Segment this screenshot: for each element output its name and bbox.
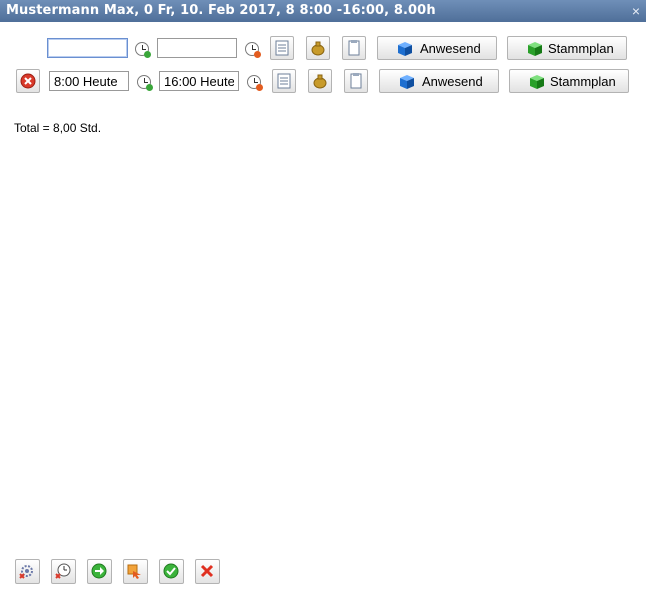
gear-x-icon	[19, 565, 33, 579]
to-time-input[interactable]	[159, 71, 239, 91]
money-bag-icon	[311, 41, 325, 56]
export-button[interactable]	[123, 559, 148, 584]
orange-arrow-icon	[127, 564, 141, 579]
delete-row-icon	[20, 73, 36, 89]
clock-start-icon[interactable]	[137, 75, 153, 91]
window-title: Mustermann Max, 0 Fr, 10. Feb 2017, 8 8:…	[6, 3, 436, 18]
time-row-2: Anwesend Stammplan	[0, 68, 646, 96]
clock-end-icon[interactable]	[245, 42, 261, 58]
clock-x-icon	[55, 563, 71, 579]
plan-button[interactable]: Stammplan	[509, 69, 629, 93]
money-bag-icon	[313, 74, 327, 89]
clock-start-icon[interactable]	[135, 42, 151, 58]
title-bar: Mustermann Max, 0 Fr, 10. Feb 2017, 8 8:…	[0, 0, 646, 22]
list-button[interactable]	[272, 69, 296, 93]
plan-label: Stammplan	[548, 41, 614, 56]
green-arrow-icon	[91, 563, 107, 579]
total-hours: Total = 8,00 Std.	[14, 121, 102, 135]
note-icon	[348, 40, 360, 56]
clock-end-icon[interactable]	[247, 75, 263, 91]
list-icon	[275, 40, 289, 56]
note-button[interactable]	[342, 36, 366, 60]
close-icon[interactable]: ×	[632, 1, 640, 21]
note-button[interactable]	[344, 69, 368, 93]
red-x-icon	[200, 564, 214, 578]
from-time-input[interactable]	[49, 71, 129, 91]
money-button[interactable]	[306, 36, 330, 60]
plan-button[interactable]: Stammplan	[507, 36, 627, 60]
present-label: Anwesend	[420, 41, 481, 56]
to-time-input[interactable]	[157, 38, 237, 58]
money-button[interactable]	[308, 69, 332, 93]
present-button[interactable]: Anwesend	[377, 36, 497, 60]
green-check-icon	[163, 563, 179, 579]
blue-cube-icon	[398, 42, 412, 56]
green-cube-icon	[528, 42, 542, 56]
delete-row-button[interactable]	[16, 69, 40, 93]
reset-button[interactable]	[51, 559, 76, 584]
confirm-button[interactable]	[159, 559, 184, 584]
list-button[interactable]	[270, 36, 294, 60]
next-button[interactable]	[87, 559, 112, 584]
note-icon	[350, 73, 362, 89]
settings-button[interactable]	[15, 559, 40, 584]
plan-label: Stammplan	[550, 74, 616, 89]
list-icon	[277, 73, 291, 89]
from-time-input[interactable]	[47, 38, 128, 58]
blue-cube-icon	[400, 75, 414, 89]
present-button[interactable]: Anwesend	[379, 69, 499, 93]
green-cube-icon	[530, 75, 544, 89]
present-label: Anwesend	[422, 74, 483, 89]
cancel-button[interactable]	[195, 559, 220, 584]
time-row-1: Anwesend Stammplan	[0, 36, 646, 64]
